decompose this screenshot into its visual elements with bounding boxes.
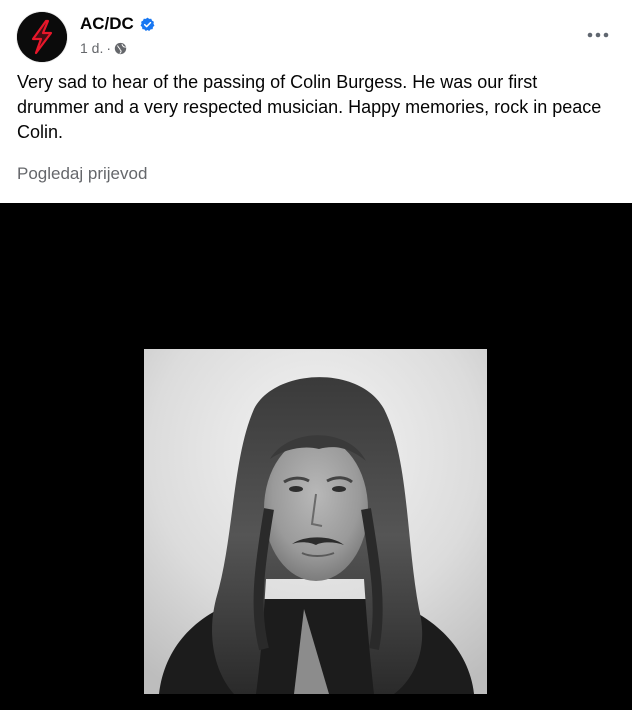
- post-timestamp[interactable]: 1 d.: [80, 40, 103, 56]
- page-name[interactable]: AC/DC: [80, 14, 134, 34]
- lightning-bolt-logo-icon: [17, 12, 67, 62]
- meta-separator: ·: [106, 40, 112, 56]
- verified-badge-icon: [140, 17, 155, 32]
- globe-icon[interactable]: [114, 42, 127, 55]
- see-translation-link[interactable]: Pogledaj prijevod: [17, 164, 147, 184]
- more-options-button[interactable]: [582, 19, 614, 51]
- post-meta: 1 d. ·: [80, 39, 127, 57]
- post-text: Very sad to hear of the passing of Colin…: [17, 72, 602, 142]
- page-avatar[interactable]: [17, 12, 67, 62]
- page-name-row: AC/DC: [80, 13, 155, 35]
- post-media[interactable]: [0, 203, 632, 710]
- portrait-illustration: [144, 349, 487, 694]
- post-photo[interactable]: [144, 349, 487, 694]
- post-header: AC/DC 1 d. ·: [0, 0, 632, 64]
- more-horizontal-icon: [587, 32, 609, 38]
